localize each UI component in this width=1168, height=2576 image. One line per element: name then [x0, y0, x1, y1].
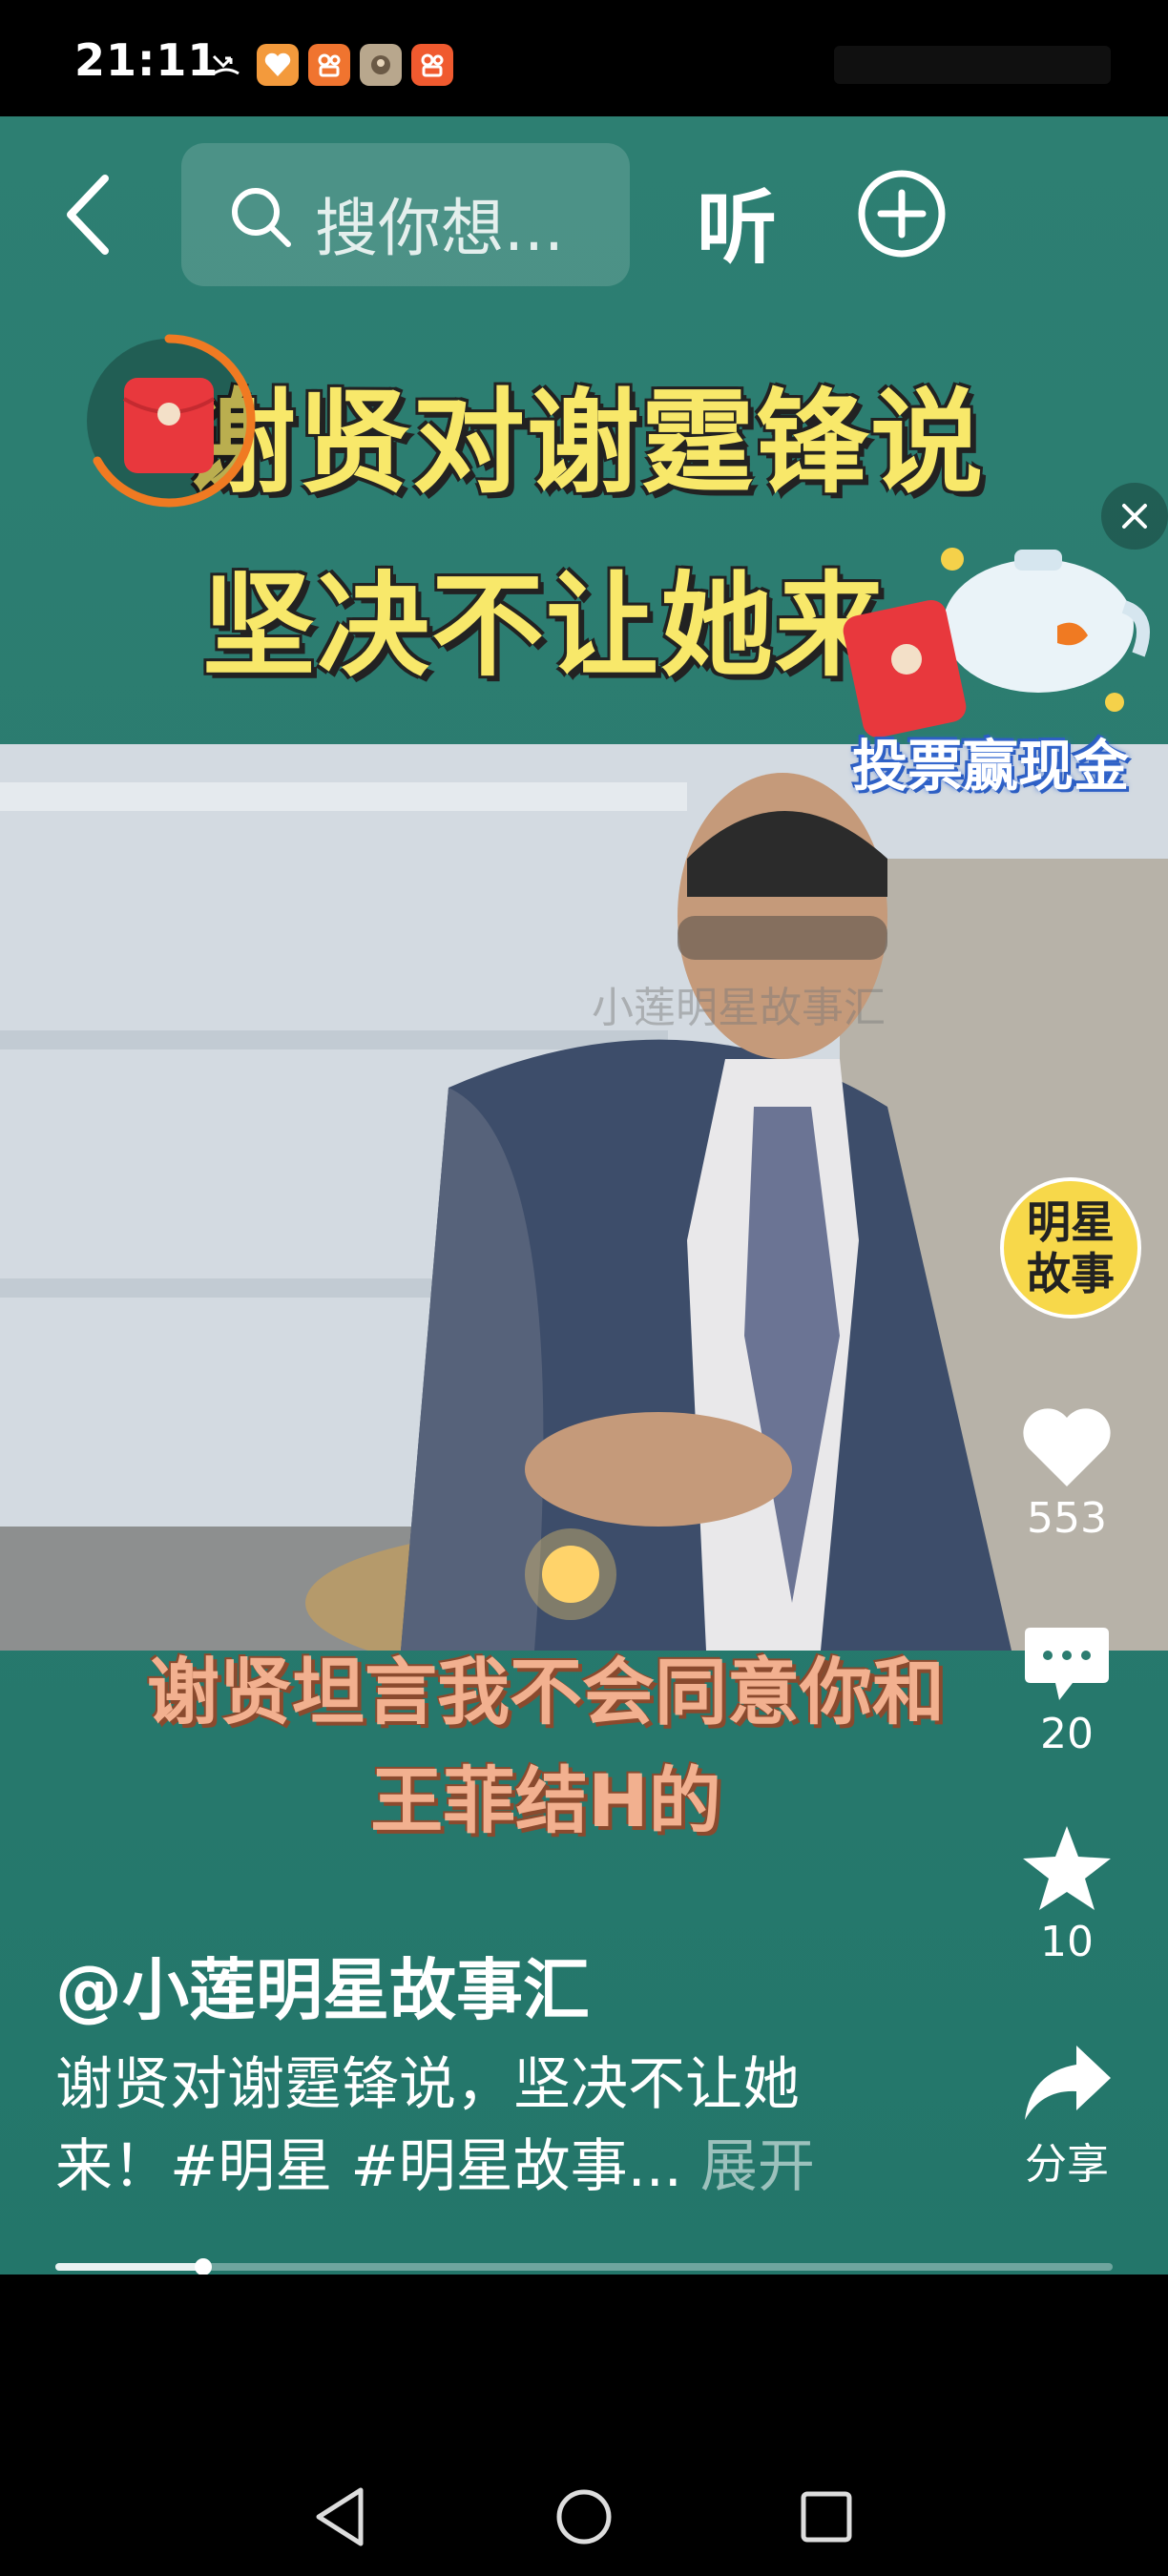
nav-home-button[interactable] [546, 2479, 622, 2555]
comment-count: 20 [1040, 1710, 1094, 1758]
description-line-1: 谢贤对谢霆锋说，坚决不让她 [55, 2051, 800, 2118]
expand-button[interactable]: 展开 [700, 2133, 815, 2200]
square-recents-icon [801, 2491, 852, 2543]
chevron-left-icon [67, 175, 109, 255]
close-icon [1122, 504, 1147, 529]
teapot-icon [843, 548, 1150, 738]
like-button[interactable]: 553 [992, 1404, 1141, 1543]
heart-app-icon [257, 44, 299, 86]
missed-call-icon [205, 44, 247, 86]
video-watermark: 小莲明星故事汇 [592, 984, 886, 1032]
description-line-2: 来！#明星 #明星故事... [55, 2133, 682, 2200]
share-icon [1025, 2046, 1111, 2120]
circle-home-icon [556, 2489, 612, 2545]
comment-button[interactable]: 20 [992, 1620, 1141, 1758]
post-description: 谢贤对谢霆锋说，坚决不让她 来！#明星 #明星故事... 展开 [55, 2044, 914, 2208]
nav-back-button[interactable] [303, 2479, 380, 2555]
red-envelope-icon [87, 334, 256, 508]
author-name[interactable]: @小莲明星故事汇 [55, 1937, 590, 2033]
favorite-button[interactable]: 10 [992, 1822, 1141, 1966]
favorite-count: 10 [1040, 1918, 1094, 1966]
like-count: 553 [1027, 1494, 1107, 1543]
search-icon [232, 188, 291, 247]
nav-recents-button[interactable] [788, 2479, 865, 2555]
listen-button[interactable]: 听 [697, 164, 777, 280]
status-time: 21:11 [74, 34, 219, 86]
vote-label[interactable]: 投票赢现金 [838, 721, 1143, 801]
back-button[interactable] [59, 167, 116, 262]
star-icon [1023, 1826, 1111, 1910]
photo-app-icon [360, 44, 402, 86]
channel-badge[interactable]: 明星故事 [1000, 1177, 1141, 1319]
progress-handle[interactable] [195, 2258, 213, 2275]
share-label: 分享 [1025, 2140, 1109, 2189]
heart-icon [1023, 1408, 1111, 1486]
status-right-icons [834, 46, 1111, 84]
plus-circle-icon [858, 170, 946, 258]
comment-icon [1025, 1628, 1109, 1700]
video-progress-bar[interactable] [55, 2258, 1113, 2275]
triangle-back-icon [316, 2487, 364, 2546]
video-subtitle-line-1: 谢贤坦言我不会同意你和 [147, 1650, 945, 1735]
channel-badge-label: 明星故事 [1027, 1196, 1115, 1299]
kuaishou-app-icon-2 [411, 44, 453, 86]
status-bar: 21:11 [0, 0, 1168, 116]
search-input[interactable]: 搜你想... [181, 143, 630, 286]
description-line-2-wrap: 来！#明星 #明星故事... 展开 [55, 2126, 914, 2208]
add-button[interactable] [856, 168, 948, 260]
red-packet-timer[interactable] [78, 330, 260, 511]
search-placeholder: 搜你想... [315, 192, 564, 265]
notification-icons [205, 44, 453, 86]
kuaishou-app-icon [308, 44, 350, 86]
video-subtitle-line-2: 王菲结H的 [370, 1758, 721, 1843]
share-button[interactable]: 分享 [992, 2040, 1141, 2191]
progress-fill [55, 2263, 204, 2271]
